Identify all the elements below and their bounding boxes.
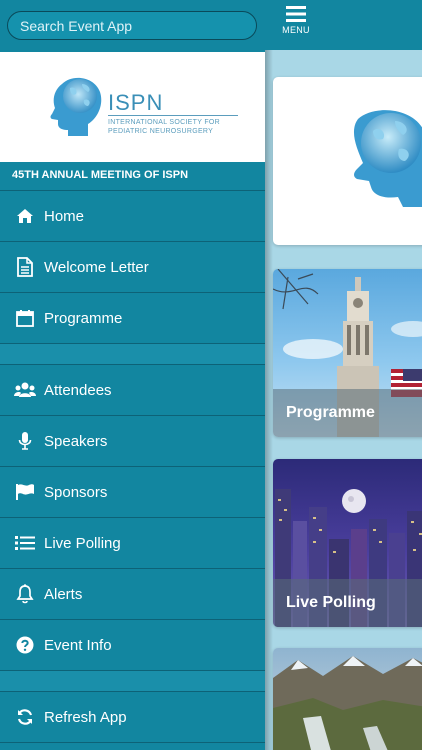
question-icon	[13, 636, 37, 654]
programme-card[interactable]: Programme	[273, 269, 422, 437]
drawer-shadow	[265, 50, 273, 750]
users-icon	[13, 382, 37, 398]
menu-item-event-info[interactable]: Event Info	[0, 620, 265, 671]
menu-button[interactable]: MENU	[279, 6, 313, 46]
menu-item-welcome-letter[interactable]: Welcome Letter	[0, 242, 265, 293]
menu-item-label: Refresh App	[44, 708, 127, 726]
menu-item-attendees[interactable]: Attendees	[0, 365, 265, 416]
menu-item-live-polling[interactable]: Live Polling	[0, 518, 265, 569]
menu-item-label: Alerts	[44, 585, 83, 603]
side-drawer: ISPN INTERNATIONAL SOCIETY FOR PEDIATRIC…	[0, 0, 265, 750]
menu-item-speakers[interactable]: Speakers	[0, 416, 265, 467]
menu-item-sponsors[interactable]: Sponsors	[0, 467, 265, 518]
calendar-icon	[13, 309, 37, 327]
search-input[interactable]	[7, 11, 257, 40]
top-bar: MENU	[265, 0, 422, 50]
list-icon	[13, 535, 37, 551]
logo-subtitle: INTERNATIONAL SOCIETY FOR PEDIATRIC NEUR…	[108, 115, 238, 136]
menu-item-programme[interactable]: Programme	[0, 293, 265, 344]
home-icon	[13, 208, 37, 224]
menu-item-label: Sponsors	[44, 483, 108, 501]
search-bar	[0, 0, 265, 52]
head-globe-logo-icon	[50, 77, 102, 136]
head-globe-logo-icon	[354, 110, 422, 207]
menu-item-alerts[interactable]: Alerts	[0, 569, 265, 620]
menu-item-label: Welcome Letter	[44, 258, 149, 276]
hamburger-icon	[286, 6, 306, 22]
menu-item-label: Attendees	[44, 381, 112, 399]
logo-title: ISPN	[108, 90, 164, 115]
refresh-icon	[13, 708, 37, 726]
ispn-logo-banner: ISPN INTERNATIONAL SOCIETY FOR PEDIATRIC…	[0, 52, 265, 162]
card-label: Live Polling	[273, 579, 422, 627]
flag-icon	[13, 483, 37, 501]
menu-item-refresh-app[interactable]: Refresh App	[0, 692, 265, 743]
menu-item-label: Live Polling	[44, 534, 121, 552]
card-label: Programme	[273, 389, 422, 437]
menu-item-label: Speakers	[44, 432, 108, 450]
mountain-card[interactable]	[273, 648, 422, 750]
main-content: Programme Live Polling	[265, 50, 422, 750]
home-logo-card[interactable]	[273, 77, 422, 245]
menu-item-label: Home	[44, 207, 85, 225]
meeting-title: 45TH ANNUAL MEETING OF ISPN	[0, 162, 265, 191]
menu-item-home[interactable]: Home	[0, 191, 265, 242]
bell-icon	[13, 584, 37, 604]
microphone-icon	[13, 431, 37, 451]
live-polling-card[interactable]: Live Polling	[273, 459, 422, 627]
document-icon	[13, 257, 37, 277]
menu-separator	[0, 671, 265, 692]
menu-item-label: Programme	[44, 309, 123, 327]
menu-label: MENU	[282, 25, 310, 35]
menu-separator	[0, 344, 265, 365]
menu-item-label: Event Info	[44, 636, 112, 654]
mountain-waterfall-photo	[273, 656, 422, 750]
